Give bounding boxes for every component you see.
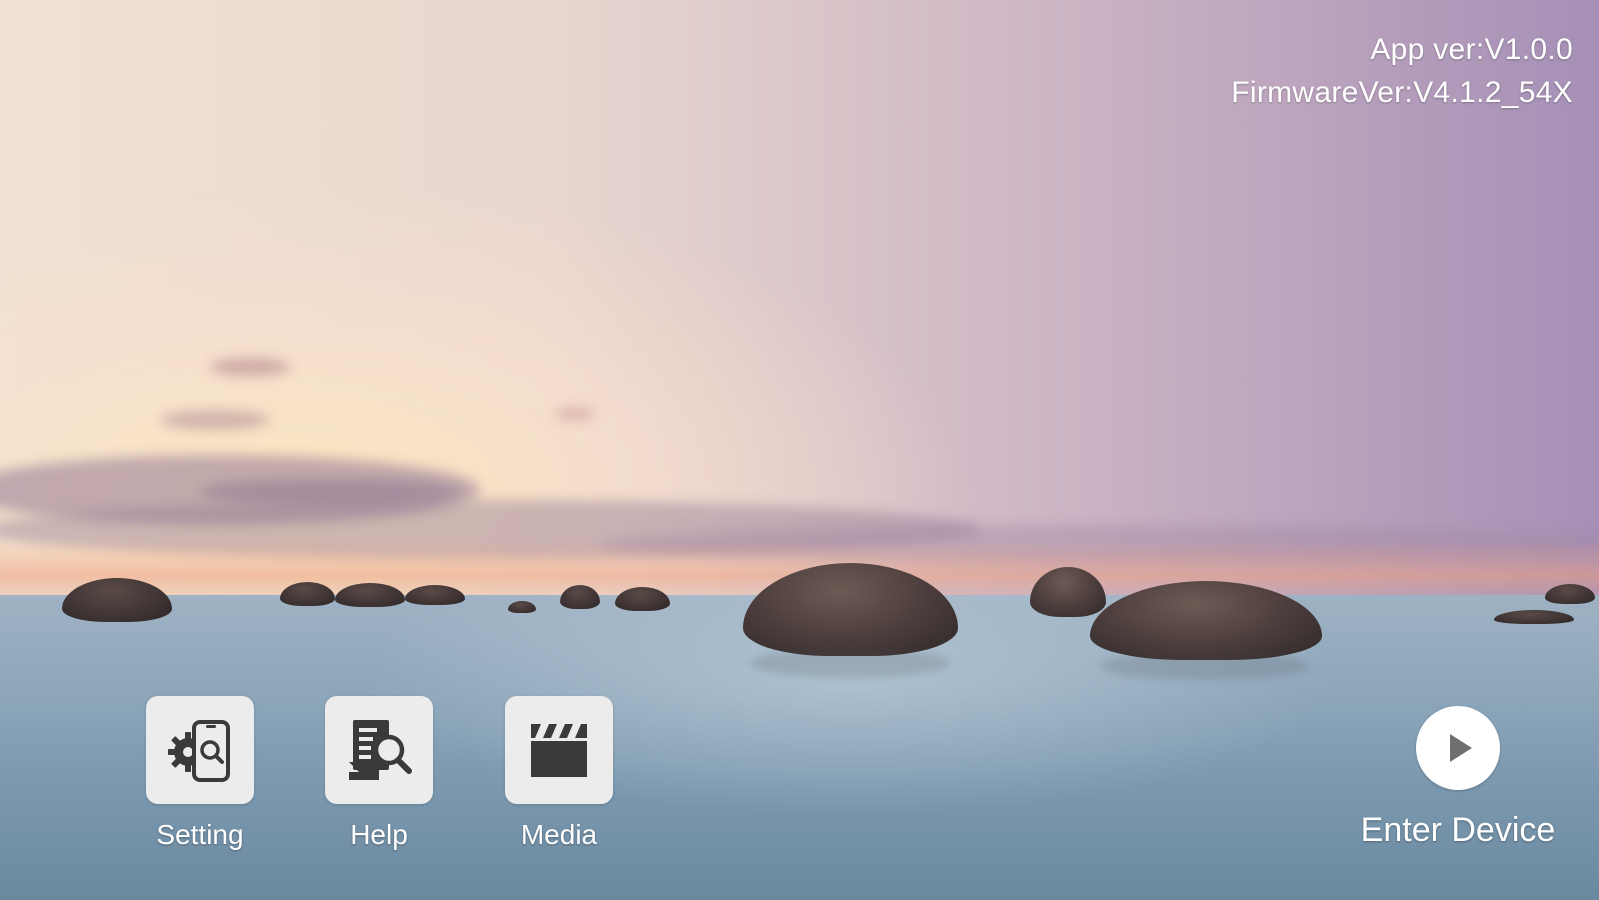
help-label: Help — [350, 819, 408, 850]
play-button[interactable] — [1416, 706, 1500, 790]
version-info: App ver:V1.0.0 FirmwareVer:V4.1.2_54X — [1231, 28, 1573, 114]
play-circle-icon — [1450, 734, 1472, 762]
media-tile[interactable] — [505, 696, 613, 804]
help-tile[interactable] — [325, 696, 433, 804]
settings-search-icon — [168, 720, 230, 782]
media-label: Media — [520, 819, 598, 850]
background-cloud — [555, 408, 595, 420]
firmware-version-text: FirmwareVer:V4.1.2_54X — [1231, 76, 1573, 109]
setting-tile[interactable] — [146, 696, 254, 804]
enter-device-label: Enter Device — [1360, 811, 1556, 849]
help-document-search-icon — [349, 720, 412, 780]
background-cloud — [210, 358, 290, 376]
help-button[interactable]: Help — [325, 696, 433, 852]
rock-reflection — [750, 648, 950, 678]
background-cloud — [160, 410, 270, 430]
rock-reflection — [1100, 652, 1310, 680]
background-rock — [508, 601, 536, 613]
setting-label: Setting — [156, 819, 244, 850]
background-rock — [1494, 610, 1574, 624]
clapperboard-icon — [531, 724, 587, 777]
setting-button[interactable]: Setting — [146, 696, 254, 852]
media-button[interactable]: Media — [505, 696, 613, 852]
app-version-text: App ver:V1.0.0 — [1370, 33, 1573, 66]
home-screen: App ver:V1.0.0 FirmwareVer:V4.1.2_54X Se… — [0, 0, 1599, 900]
enter-device-button[interactable]: Enter Device — [1340, 706, 1576, 850]
